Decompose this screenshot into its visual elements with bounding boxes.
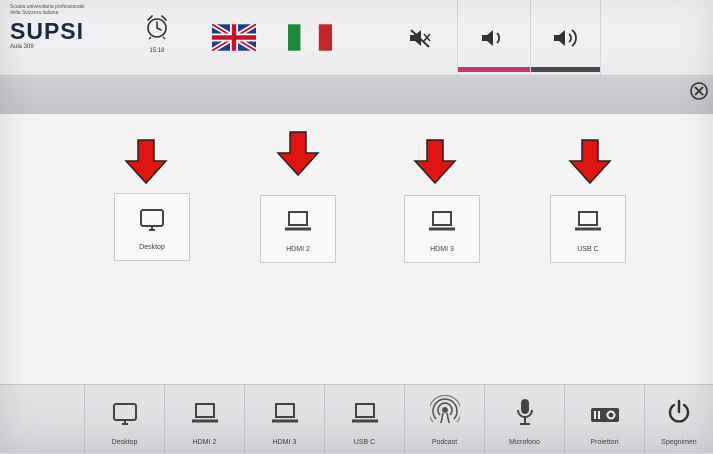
source-selection-panel: Desktop HDMI 2 HDMI 3 USB C (0, 114, 713, 384)
laptop-icon (191, 403, 218, 423)
speaker-mute-icon (410, 28, 431, 48)
flag-uk-icon[interactable] (212, 24, 256, 51)
flag-italy-icon[interactable] (288, 24, 332, 51)
source-tile-usbc[interactable]: USB C (550, 195, 626, 263)
source-label: HDMI 3 (430, 246, 454, 253)
button-label: Microfono (509, 439, 540, 446)
power-icon (668, 399, 690, 423)
red-down-arrow (568, 139, 612, 185)
button-label: HDMI 3 (272, 439, 297, 446)
button-label: HDMI 2 (192, 439, 217, 446)
bottom-button-hdmi2[interactable]: HDMI 2 (164, 385, 244, 454)
source-tile-desktop[interactable]: Desktop (114, 193, 190, 261)
laptop-icon (429, 211, 455, 231)
source-tile-hdmi3[interactable]: HDMI 3 (404, 195, 480, 263)
top-bar: Scuola universitaria professionale della… (0, 0, 713, 76)
mute-button[interactable] (385, 0, 455, 75)
source-label: Desktop (139, 244, 165, 251)
laptop-icon (285, 211, 311, 231)
monitor-icon (112, 403, 137, 425)
monitor-icon (140, 209, 164, 231)
red-down-arrow (413, 139, 457, 185)
volume-up-button[interactable] (530, 0, 601, 75)
supsi-logo: Scuola universitaria professionale della… (10, 4, 120, 72)
bottom-button-spegnimento[interactable]: Spegnimen (644, 385, 713, 454)
close-circle-icon[interactable] (689, 81, 709, 101)
red-down-arrow (124, 139, 168, 185)
button-label: USB C (353, 439, 376, 446)
projector-icon (590, 408, 619, 422)
bottom-button-desktop[interactable]: Desktop (84, 385, 164, 454)
logo-brand: SUPSI (10, 18, 85, 44)
volume-down-button[interactable] (457, 0, 528, 75)
logo-line2: della Svizzera italiana (10, 10, 59, 16)
red-down-arrow (276, 131, 320, 177)
laptop-icon (271, 403, 298, 423)
button-label: Spegnimen (661, 439, 697, 446)
button-label: Podcast (431, 439, 458, 446)
volume-up-icon (554, 28, 577, 47)
source-tile-hdmi2[interactable]: HDMI 2 (260, 195, 336, 263)
bottom-bar: Desktop HDMI 2 HDMI 3 USB C Podcast Micr… (0, 384, 713, 454)
bottom-button-usbc[interactable]: USB C (324, 385, 404, 454)
clock-time: 15:18 (149, 48, 165, 54)
room-label: Aula 309 (10, 44, 34, 50)
bottom-button-podcast[interactable]: Podcast (404, 385, 484, 454)
source-label: USB C (577, 246, 599, 253)
button-label: Desktop (111, 439, 138, 446)
volume-separator (600, 0, 601, 75)
bottom-button-hdmi3[interactable]: HDMI 3 (244, 385, 324, 454)
bottom-button-proiettori[interactable]: Proiettori (564, 385, 644, 454)
laptop-icon (575, 211, 601, 231)
microphone-icon (516, 399, 533, 425)
podcast-icon (429, 395, 460, 424)
volume-down-icon (482, 29, 500, 46)
volume-max-bar (531, 67, 600, 72)
source-header (0, 76, 713, 114)
button-label: Proiettori (590, 439, 619, 446)
bottom-button-microfono[interactable]: Microfono (484, 385, 564, 454)
volume-level-bar (458, 67, 530, 72)
clock[interactable]: 15:18 (137, 14, 177, 54)
source-label: HDMI 2 (286, 246, 310, 253)
laptop-icon (351, 403, 378, 423)
alarm-clock-icon (147, 15, 167, 40)
